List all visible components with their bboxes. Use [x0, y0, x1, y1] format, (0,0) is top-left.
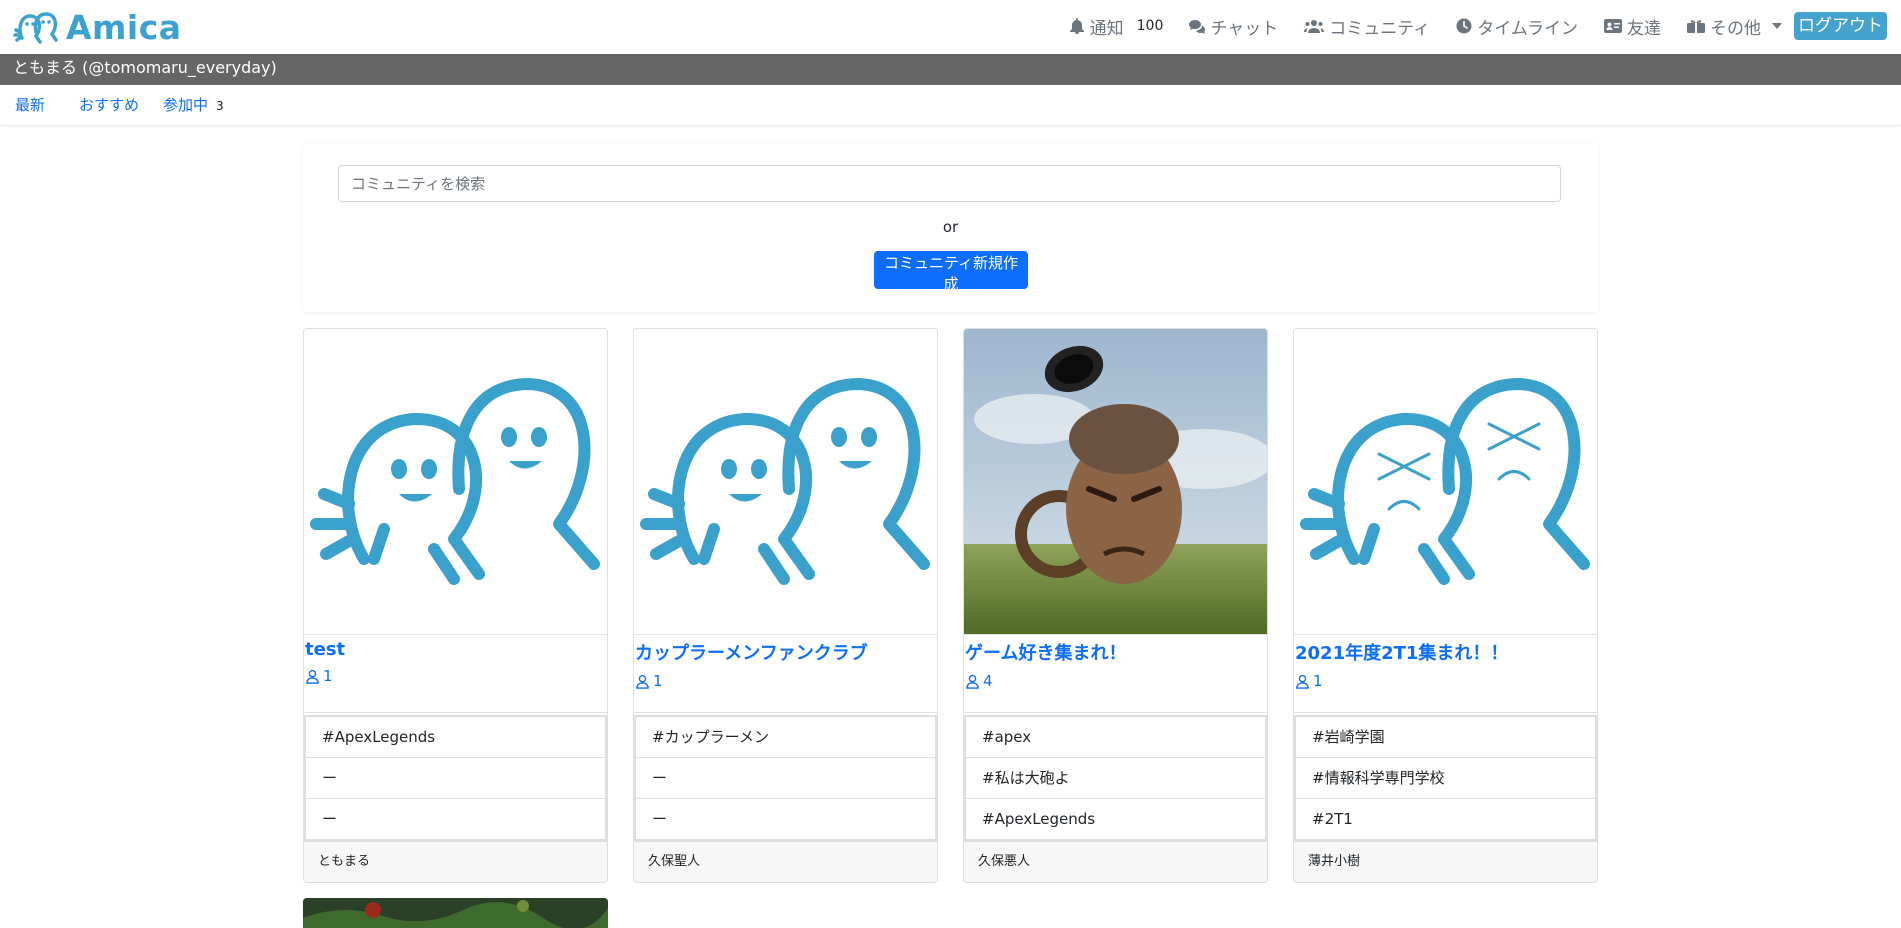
tag-list: #カップラーメン ー ー	[634, 715, 937, 841]
tag-item[interactable]: ー	[636, 758, 935, 799]
current-user-label: ともまる (@tomomaru_everyday)	[13, 58, 277, 77]
brand-name: Amica	[66, 7, 182, 47]
community-search-input[interactable]	[338, 165, 1561, 202]
community-card-partial[interactable]	[303, 898, 608, 928]
top-navbar: Amica 通知 100 チャット コミュニティ タイムライン 友達 その他 ロ…	[0, 0, 1901, 55]
tag-item[interactable]: #ApexLegends	[966, 799, 1265, 839]
amica-mascot-icon	[634, 329, 937, 635]
card-title-box: test 1	[304, 639, 607, 713]
nav-friends[interactable]: 友達	[1604, 14, 1661, 39]
nav-community[interactable]: コミュニティ	[1304, 14, 1430, 39]
nav-chat[interactable]: チャット	[1189, 14, 1278, 39]
community-card[interactable]: 2021年度2T1集まれ！！ 1 #岩崎学園 #情報科学専門学校 #2T1 薄井…	[1293, 328, 1598, 883]
or-separator: or	[942, 218, 959, 236]
nav-links: 通知 100 チャット コミュニティ タイムライン 友達 その他 ログアウト	[1043, 9, 1887, 43]
card-title-box: 2021年度2T1集まれ！！ 1	[1294, 639, 1597, 713]
user-icon	[1296, 674, 1309, 689]
user-icon	[636, 674, 649, 689]
tag-item[interactable]: #岩崎学園	[1296, 717, 1595, 758]
tab-joined[interactable]: 参加中 3	[163, 94, 224, 115]
nav-community-label: コミュニティ	[1329, 18, 1431, 39]
community-title[interactable]: 2021年度2T1集まれ！！	[1295, 639, 1597, 665]
tag-item[interactable]: #apex	[966, 717, 1265, 758]
nav-timeline[interactable]: タイムライン	[1456, 14, 1578, 39]
tag-list: #ApexLegends ー ー	[304, 715, 607, 841]
gift-icon	[1687, 20, 1705, 33]
brand-logo[interactable]: Amica	[12, 7, 182, 47]
chevron-down-icon	[1772, 23, 1782, 29]
member-count-value: 1	[653, 672, 663, 690]
tag-item[interactable]: ー	[636, 799, 935, 839]
community-title[interactable]: ゲーム好き集まれ！	[965, 639, 1267, 665]
member-count: 1	[1295, 670, 1597, 692]
tag-item[interactable]: ー	[306, 799, 605, 839]
nav-timeline-label: タイムライン	[1477, 18, 1578, 39]
user-bar: ともまる (@tomomaru_everyday)	[0, 54, 1901, 85]
create-community-button[interactable]: コミュニティ新規作成	[874, 251, 1028, 293]
member-count-value: 1	[1313, 672, 1323, 690]
community-card[interactable]: test 1 #ApexLegends ー ー ともまる	[303, 328, 608, 883]
tab-joined-label: 参加中	[163, 96, 209, 114]
tag-item[interactable]: #ApexLegends	[306, 717, 605, 758]
tag-list: #apex #私は大砲よ #ApexLegends	[964, 715, 1267, 841]
nav-friends-label: 友達	[1627, 18, 1661, 39]
member-count: 1	[305, 665, 607, 687]
member-count: 4	[965, 670, 1267, 692]
community-tabs: 最新 おすすめ 参加中 3	[0, 85, 1901, 126]
community-owner: 久保悪人	[964, 841, 1267, 882]
tag-item[interactable]: #私は大砲よ	[966, 758, 1265, 799]
amica-mascot-icon	[304, 329, 607, 635]
nav-chat-label: チャット	[1210, 18, 1279, 39]
community-card[interactable]: ゲーム好き集まれ！ 4 #apex #私は大砲よ #ApexLegends 久保…	[963, 328, 1268, 883]
amica-mascot-sad-icon	[1294, 329, 1597, 635]
tag-item[interactable]: #2T1	[1296, 799, 1595, 839]
tag-item[interactable]: ー	[306, 758, 605, 799]
community-owner: 久保聖人	[634, 841, 937, 882]
tab-latest[interactable]: 最新	[15, 94, 45, 115]
community-owner: 薄井小樹	[1294, 841, 1597, 882]
tag-item[interactable]: #情報科学専門学校	[1296, 758, 1595, 799]
user-icon	[966, 674, 979, 689]
joined-count-badge: 3	[216, 99, 224, 113]
clock-icon	[1456, 18, 1472, 34]
community-title[interactable]: カップラーメンファンクラブ	[635, 639, 937, 665]
id-card-icon	[1604, 19, 1622, 33]
member-count-value: 1	[323, 667, 333, 685]
bell-icon	[1069, 18, 1084, 34]
nav-other-dropdown[interactable]: その他	[1687, 14, 1782, 39]
logout-button[interactable]: ログアウト	[1794, 12, 1887, 40]
tab-recommended[interactable]: おすすめ	[79, 94, 139, 115]
cannon-head-photo	[964, 329, 1267, 635]
tag-item[interactable]: #カップラーメン	[636, 717, 935, 758]
amica-logo-icon	[13, 12, 58, 44]
community-owner: ともまる	[304, 841, 607, 882]
member-count: 1	[635, 670, 937, 692]
tag-list: #岩崎学園 #情報科学専門学校 #2T1	[1294, 715, 1597, 841]
search-card: or コミュニティ新規作成	[303, 143, 1598, 312]
card-title-box: カップラーメンファンクラブ 1	[634, 639, 937, 713]
nav-other-label: その他	[1710, 18, 1761, 39]
users-icon	[1304, 20, 1325, 33]
community-card[interactable]: カップラーメンファンクラブ 1 #カップラーメン ー ー 久保聖人	[633, 328, 938, 883]
card-title-box: ゲーム好き集まれ！ 4	[964, 639, 1267, 713]
community-title[interactable]: test	[305, 639, 607, 660]
chat-bubbles-icon	[1189, 20, 1206, 34]
nav-notifications[interactable]: 通知 100	[1069, 14, 1164, 39]
user-icon	[306, 669, 319, 684]
nav-notifications-label: 通知	[1089, 18, 1124, 39]
notifications-count-badge: 100	[1136, 18, 1164, 34]
community-thumbnail-partial	[303, 898, 608, 928]
member-count-value: 4	[983, 672, 993, 690]
